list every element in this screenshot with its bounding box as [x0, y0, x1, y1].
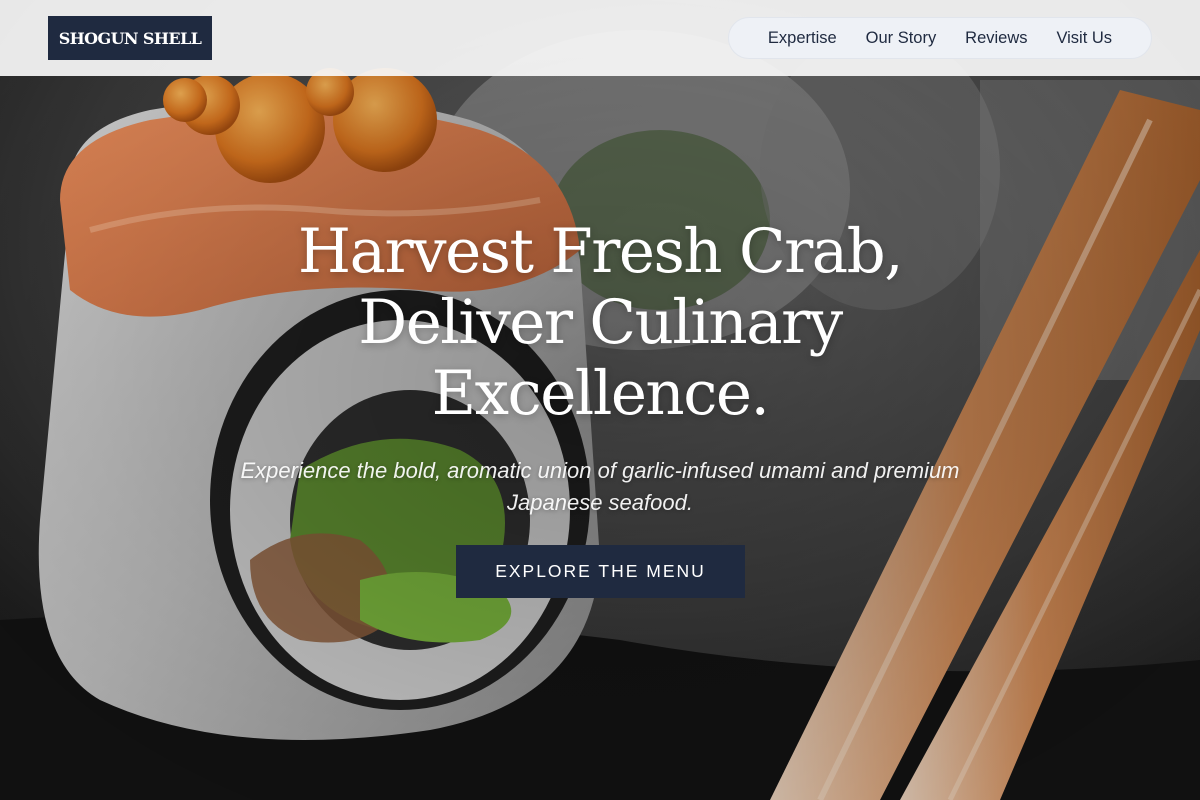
hero-subtitle-line: Japanese seafood.	[507, 490, 693, 515]
explore-menu-button[interactable]: EXPLORE THE MENU	[456, 545, 745, 598]
hero-subtitle: Experience the bold, aromatic union of g…	[160, 455, 1040, 519]
hero-headline-line: Harvest Fresh Crab,	[297, 216, 904, 287]
nav-link-visit-us[interactable]: Visit Us	[1056, 29, 1112, 48]
hero-headline: Harvest Fresh Crab, Deliver Culinary Exc…	[200, 216, 1000, 429]
main-nav: Expertise Our Story Reviews Visit Us	[728, 17, 1152, 59]
nav-link-expertise[interactable]: Expertise	[768, 29, 837, 48]
hero-subtitle-line: Experience the bold, aromatic union of g…	[240, 458, 960, 483]
hero-headline-line: Deliver Culinary	[358, 287, 843, 358]
site-header: SHOGUN SHELL Expertise Our Story Reviews…	[0, 0, 1200, 76]
hero-headline-line: Excellence.	[431, 358, 770, 429]
nav-link-our-story[interactable]: Our Story	[866, 29, 937, 48]
nav-link-reviews[interactable]: Reviews	[965, 29, 1027, 48]
logo[interactable]: SHOGUN SHELL	[48, 16, 212, 60]
